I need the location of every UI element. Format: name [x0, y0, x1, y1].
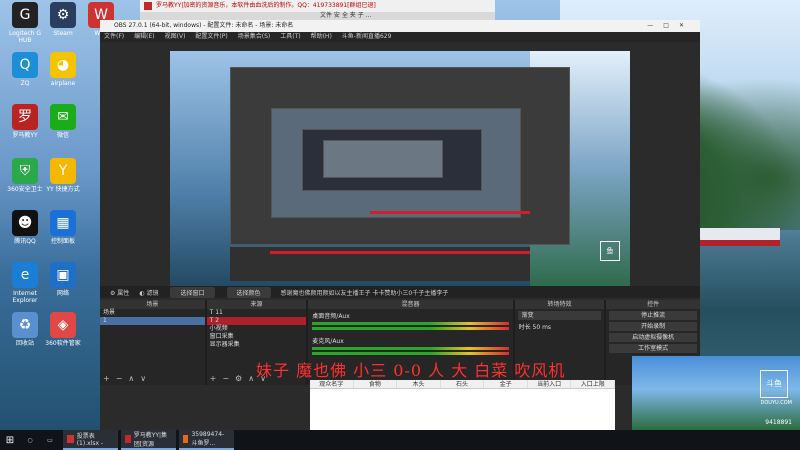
menu-help[interactable]: 帮助(H) — [311, 32, 332, 42]
preview-nested-window-4 — [323, 140, 443, 178]
scenes-header: 场景 — [100, 300, 205, 309]
table-header-row: 观众名字 食物 木头 石头 金子 当前入口 入口上限 — [310, 380, 616, 389]
desktop-icon-360-software[interactable]: ◈ 360软件管家 — [40, 312, 86, 347]
wallpaper-boat-hull — [700, 240, 780, 246]
controls-header: 控件 — [606, 300, 700, 309]
volume-meter — [312, 322, 509, 325]
menu-profile[interactable]: 配置文件(P) — [195, 32, 227, 42]
scene-item[interactable]: 场景 — [100, 309, 205, 317]
taskbar-app-wps[interactable]: 投票表(1).xlsx - — [63, 430, 118, 450]
wechat-icon: ✉ — [50, 104, 76, 130]
preview-red-line-2 — [270, 251, 530, 254]
taskbar: ⊞ ○ ▭ 投票表(1).xlsx - 罗马教YY|集团[资源 35989474… — [0, 430, 800, 450]
marquee-text: 感谢魔也佛颜用颜如以友主播王子 卡卡赞助小三0千子主播李子 — [280, 289, 449, 297]
menu-stream-title: 斗鱼-新闻直播629 — [341, 33, 392, 40]
taskbar-app-roma[interactable]: 罗马教YY|集团[资源 — [121, 430, 176, 450]
ie-icon: e — [12, 262, 38, 288]
preview-nested-window-3 — [302, 129, 482, 191]
start-windows-icon[interactable]: ⊞ — [0, 430, 20, 450]
desktop-icon-wechat[interactable]: ✉ 微信 — [40, 104, 86, 139]
taskbar-app-douyu[interactable]: 35989474-斗鱼罗... — [179, 430, 234, 450]
preview-nested-window — [230, 67, 570, 245]
desktop-icon-yy[interactable]: Y YY 快捷方式 — [40, 158, 86, 193]
table-header: 观众名字 — [310, 380, 354, 388]
duration-input[interactable]: 50 ms — [533, 324, 552, 331]
studio-mode-button[interactable]: 工作室模式 — [609, 344, 697, 353]
desktop-icon-airplane[interactable]: ◕ airplane — [40, 52, 86, 87]
table-header: 入口上限 — [571, 380, 616, 388]
volume-meter — [312, 347, 509, 350]
table-header: 当前入口 — [528, 380, 572, 388]
source-item[interactable]: 显示器采集 — [207, 341, 307, 349]
start-recording-button[interactable]: 开始录制 — [609, 322, 697, 331]
mixer-track-desktop: 桌面音频/Aux — [312, 313, 350, 320]
menu-file[interactable]: 文件(F) — [104, 32, 124, 42]
duration-row: 时长 50 ms — [518, 324, 552, 331]
software-icon: ◈ — [50, 312, 76, 338]
douyu-room-number: 9418891 — [765, 419, 792, 426]
source-item[interactable]: T 2 — [206, 317, 307, 325]
stop-streaming-button[interactable]: 停止推流 — [609, 311, 697, 320]
roma-icon: 罗 — [12, 104, 38, 130]
security-icon: ⛨ — [12, 158, 38, 184]
mixer-track-mic: 麦克风/Aux — [312, 338, 344, 345]
sources-header: 来源 — [206, 300, 307, 309]
volume-meter — [312, 352, 509, 355]
roma-icon — [125, 435, 131, 443]
preview-nested-window-2 — [271, 108, 521, 218]
transitions-header: 转场特效 — [514, 300, 605, 309]
desktop-icon-network[interactable]: ▣ 网络 — [40, 262, 86, 297]
preview-red-line — [370, 211, 530, 214]
app-logo-icon — [144, 2, 152, 10]
search-icon[interactable]: ○ — [20, 430, 40, 450]
douyu-stream-preview: 斗鱼 DOUYU.COM 9418891 — [632, 356, 800, 430]
volume-meter — [312, 327, 509, 330]
transition-select[interactable]: 渐变 — [517, 311, 602, 320]
source-item[interactable]: 窗口采集 — [207, 333, 307, 341]
obs-titlebar[interactable]: OBS 27.0.1 (64-bit, windows) - 配置文件: 未命名… — [100, 20, 700, 32]
overlay-sponsor-text: 妹子 魔也佛 小三 0-0 人 大 白菜 吹风机 — [256, 361, 566, 380]
virtual-camera-button[interactable]: 启动虚拟摄像机 — [609, 333, 697, 342]
wps-icon — [67, 435, 74, 443]
source-item[interactable]: T 11 — [207, 309, 307, 317]
yy-icon: Y — [50, 158, 76, 184]
background-window-tabs: 文件 安 全 夹 子 ... — [140, 12, 495, 20]
control-panel-icon: ▦ — [50, 210, 76, 236]
duck-icon: ◕ — [50, 52, 76, 78]
select-window-button[interactable]: 选择窗口 — [170, 286, 215, 298]
recycle-icon: ♻ — [12, 312, 38, 338]
background-window-titlebar[interactable]: 罗马教YY|加密的资源音乐，本软件由血洗后的制作。QQ：419733891[群组… — [140, 0, 495, 12]
douyu-domain: DOUYU.COM — [760, 400, 793, 406]
tencentqq-icon: ☻ — [12, 210, 38, 236]
menu-tools[interactable]: 工具(T) — [280, 32, 300, 42]
douyu-logo-icon: 斗鱼 — [760, 370, 788, 398]
filters-button[interactable]: ◐ 滤镜 — [139, 288, 158, 297]
preview-douyu-logo: 鱼 — [600, 241, 620, 261]
douyu-icon — [183, 435, 189, 443]
menu-scene-collection[interactable]: 场景集合(S) — [238, 32, 271, 42]
desktop-icon-control-panel[interactable]: ▦ 控制面板 — [40, 210, 86, 245]
table-header: 金子 — [484, 380, 528, 388]
window-controls[interactable]: —□✕ — [647, 20, 694, 32]
menu-edit[interactable]: 编辑(E) — [134, 32, 154, 42]
scenes-dock: 场景 场景 1 +−∧∨ — [100, 300, 205, 385]
menu-view[interactable]: 视图(V) — [165, 32, 186, 42]
logitech-g-icon: G — [12, 2, 38, 28]
steam-icon: ⚙ — [50, 2, 76, 28]
table-header: 石头 — [441, 380, 485, 388]
properties-button[interactable]: ⚙ 属性 — [110, 288, 129, 297]
table-header: 食物 — [354, 380, 398, 388]
scene-controls[interactable]: +−∧∨ — [103, 374, 152, 383]
network-icon: ▣ — [50, 262, 76, 288]
obs-preview[interactable]: 鱼 — [170, 51, 630, 286]
select-color-button[interactable]: 选择颜色 — [226, 286, 271, 298]
qq-icon: Q — [12, 52, 38, 78]
source-item[interactable]: 小视频 — [207, 325, 307, 333]
table-header: 木头 — [397, 380, 441, 388]
scene-item[interactable]: 1 — [100, 317, 205, 325]
mixer-header: 混音器 — [308, 300, 513, 309]
source-toolbar: ⚙ 属性 ◐ 滤镜 选择窗口 选择颜色 感谢魔也佛颜用颜如以友主播王子 卡卡赞助… — [100, 286, 700, 298]
obs-menubar: 文件(F) 编辑(E) 视图(V) 配置文件(P) 场景集合(S) 工具(T) … — [100, 32, 700, 42]
task-view-icon[interactable]: ▭ — [40, 430, 60, 450]
